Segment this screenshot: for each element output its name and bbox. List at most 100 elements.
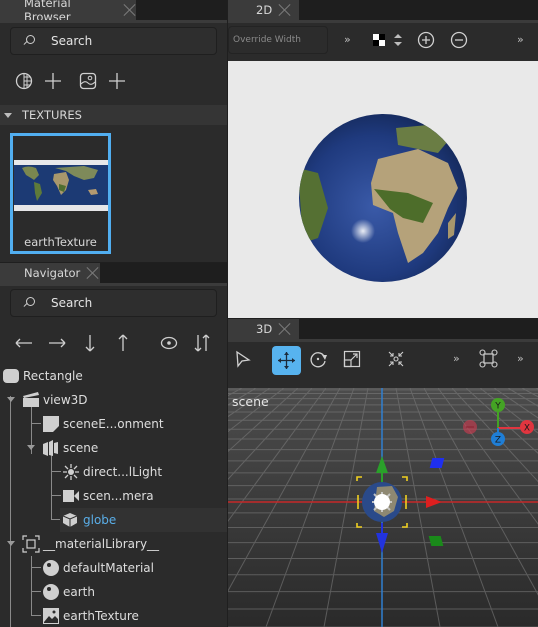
gizmo-z-arrow [376,533,388,553]
reverse-order-button[interactable] [192,333,212,353]
rotate-tool-button[interactable] [310,350,328,368]
zoom-out-button[interactable] [450,31,468,49]
texture-icon [43,608,59,624]
tree-item-globe[interactable]: globe [60,508,227,532]
fit-icon [388,351,404,367]
tree-item-label: globe [83,513,117,527]
zoom-in-icon [417,31,435,49]
tree-item-scene-environment[interactable]: sceneE...onment [0,412,227,436]
material-search-input[interactable]: Search [10,27,217,55]
tree-item-earth-texture[interactable]: earthTexture [0,604,227,627]
view2d-tabbar: 2D [228,0,538,20]
material-browser-tabbar: Material Browser [0,0,227,24]
add-material-button[interactable] [44,72,62,90]
close-icon[interactable] [86,266,100,280]
arrow-left-icon [15,338,32,348]
tab-2d[interactable]: 2D [228,0,299,20]
camera-icon [63,490,79,502]
scale-icon [343,350,361,368]
visibility-filter-button[interactable] [159,333,179,353]
orientation-gizmo[interactable]: Y X Z [456,390,536,450]
tree-item-scene-camera[interactable]: scen...mera [0,484,227,508]
close-icon[interactable] [278,3,292,17]
search-placeholder: Search [51,296,93,310]
view2d-canvas[interactable] [228,61,538,318]
gizmo-x-arrow [426,496,442,508]
background-color-button[interactable] [373,34,385,46]
gizmo-x-label: X [524,424,530,434]
tab-underline [0,20,227,23]
tab-3d[interactable]: 3D [228,319,299,339]
tab-label: 3D [256,322,273,336]
tree-item-label: earthTexture [63,609,139,623]
tab-underline [228,339,538,342]
collapse-triangle-icon [4,112,12,118]
zoom-in-button[interactable] [417,31,435,49]
rotate-icon [310,352,327,368]
expand-arrow-icon[interactable] [6,397,16,403]
more-tools-button[interactable]: » [517,33,524,46]
more-tools-button[interactable]: » [344,33,351,46]
expand-arrow-icon[interactable] [26,445,36,451]
tree-item-default-material[interactable]: defaultMaterial [0,556,227,580]
texture-image-icon [79,72,97,90]
textures-section-header[interactable]: TEXTURES [0,105,227,125]
sort-icon [194,334,210,352]
tree-item-material-library[interactable]: __materialLibrary__ [0,532,227,556]
arrow-up-icon [118,334,128,351]
zoom-out-icon [450,31,468,49]
tree-item-label: earth [63,585,95,599]
tree-item-directional-light[interactable]: direct...lLight [0,460,227,484]
texture-button[interactable] [79,72,97,90]
view3d-tabbar: 3D [228,319,538,339]
add-icon [109,73,125,89]
move-tool-button[interactable] [272,346,301,375]
search-icon [22,296,36,310]
more-tools-button[interactable]: » [517,352,524,365]
search-placeholder: Search [51,34,93,48]
move-right-button[interactable] [47,333,67,353]
override-width-input[interactable]: Override Width [228,26,328,54]
xy-plane-handle[interactable] [428,536,444,546]
edit-camera-icon [479,349,498,368]
tab-material-browser[interactable]: Material Browser [0,0,136,24]
texture-name: earthTexture [24,235,97,249]
navigator-search-input[interactable]: Search [10,289,217,317]
expand-arrow-icon[interactable] [6,541,16,547]
edit-camera-button[interactable] [479,349,498,368]
close-icon[interactable] [123,3,136,17]
view2d-panel: 2D Override Width » » [228,0,538,318]
view3d-panel: 3D » » scene Y X Z [228,319,538,627]
override-width-placeholder: Override Width [233,35,301,45]
fit-view-button[interactable] [387,350,405,368]
section-title: TEXTURES [22,108,82,122]
add-texture-button[interactable] [108,72,126,90]
tree-item-label: sceneE...onment [63,417,164,431]
add-icon [45,73,61,89]
scale-tool-button[interactable] [343,350,361,368]
close-icon[interactable] [278,322,292,336]
tree-item-view3d[interactable]: view3D [0,388,227,412]
material-sphere-button[interactable] [15,72,33,90]
tree-item-scene[interactable]: scene [0,436,227,460]
tree-item-label: scen...mera [83,489,154,503]
tree-item-label: defaultMaterial [63,561,154,575]
background-color-icon [373,34,385,46]
texture-thumbnail[interactable]: earthTexture [10,133,111,254]
tree-item-rectangle[interactable]: Rectangle [0,364,227,388]
background-color-spin[interactable] [394,33,402,47]
arrow-down-icon [85,335,95,352]
tree-item-label: scene [63,441,99,455]
move-up-button[interactable] [113,333,133,353]
tab-label: 2D [256,3,273,17]
select-tool-button[interactable] [234,350,252,368]
move-left-button[interactable] [14,333,34,353]
tab-navigator[interactable]: Navigator [0,263,100,283]
gizmo-y-arrow [376,456,388,473]
move-gizmo[interactable] [352,453,442,563]
more-tools-button[interactable]: » [453,352,460,365]
scene-environment-icon [43,416,59,432]
view3d-viewport[interactable]: scene Y X Z [228,388,538,627]
move-down-button[interactable] [80,333,100,353]
tree-item-earth[interactable]: earth [0,580,227,604]
